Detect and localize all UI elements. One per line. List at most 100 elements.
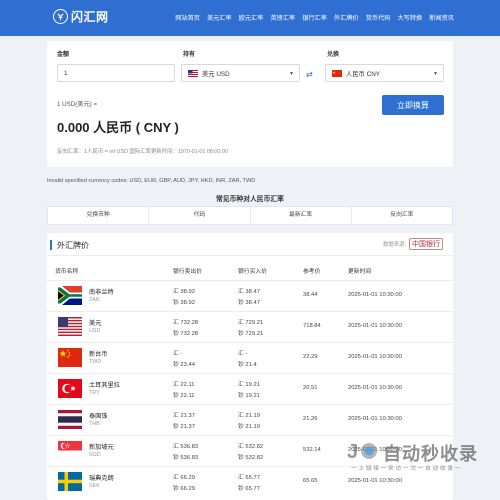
converter-card: 金额 1 持有 美元 USD ▼ ⇄ 兑换 人民币 CNY ▼ 1 USD(美元… xyxy=(47,41,453,167)
currency-name: 美元 xyxy=(89,320,102,327)
sell-chao: 钞 23.44 xyxy=(173,362,195,368)
table-row[interactable]: 土耳其里拉 TRY 汇 22.11 钞 22.11 汇 19.21 钞 19.2… xyxy=(47,373,453,404)
nav-uppercase[interactable]: 大写转换 xyxy=(398,13,423,22)
have-currency-select[interactable]: 美元 USD ▼ xyxy=(181,64,300,82)
col-currency: 兑换币种 xyxy=(48,207,150,224)
want-currency-value: 人民币 CNY xyxy=(346,70,380,78)
logo-icon xyxy=(53,9,68,24)
col-reverse-rate: 反向汇率 xyxy=(390,212,414,218)
nav-bank[interactable]: 银行汇率 xyxy=(302,13,327,22)
want-label: 兑换 xyxy=(327,52,340,58)
table-row[interactable]: 新台币 TWD 汇 - 钞 23.44 汇 - 钞 21.4 22.29 202… xyxy=(47,342,453,373)
convert-button[interactable]: 立即换算 xyxy=(382,95,444,115)
currency-code: TRY xyxy=(89,390,100,396)
sell-hui: 汇 38.92 xyxy=(173,289,195,295)
currency-name: 新台币 xyxy=(89,351,108,358)
table-row[interactable]: 美元 USD 汇 732.28 钞 732.28 汇 729.21 钞 729.… xyxy=(47,311,453,342)
chevron-down-icon: ▼ xyxy=(289,71,294,77)
sell-chao: 钞 21.37 xyxy=(173,424,195,430)
buy-chao: 钞 532.82 xyxy=(238,455,264,461)
buy-hui: 汇 21.19 xyxy=(238,413,260,419)
buy-chao: 钞 21.19 xyxy=(238,424,260,430)
za-flag-icon xyxy=(58,286,82,305)
ref-price: 22.29 xyxy=(303,354,318,360)
col-code: 代码 xyxy=(149,207,251,224)
se-flag-icon xyxy=(58,472,82,491)
nav-home[interactable]: 网站首页 xyxy=(175,13,200,22)
ref-price: 718.84 xyxy=(303,323,321,329)
nav-codes[interactable]: 货币代码 xyxy=(366,13,391,22)
sell-hui: 汇 66.29 xyxy=(173,475,195,481)
forex-title: 外汇牌价 xyxy=(57,241,89,250)
conversion-base: 1 USD(美元) = xyxy=(57,101,98,108)
amount-label: 金额 xyxy=(57,52,70,58)
currency-code: SEK xyxy=(89,483,100,489)
us-flag-icon xyxy=(58,317,82,336)
svg-text:J: J xyxy=(347,441,358,462)
buy-hui: 汇 19.21 xyxy=(238,382,260,388)
buy-chao: 钞 38.47 xyxy=(238,300,260,306)
sell-chao: 钞 536.83 xyxy=(173,455,199,461)
have-label: 持有 xyxy=(183,52,196,58)
buy-hui: 汇 38.47 xyxy=(238,289,260,295)
amount-value: 1 xyxy=(64,69,68,77)
nav-usd[interactable]: 美元汇率 xyxy=(207,13,232,22)
th-sell: 银行卖出价 xyxy=(173,269,202,275)
buy-hui: 汇 - xyxy=(238,351,248,357)
currency-code: SGD xyxy=(89,452,101,458)
common-rates-header: 兑换币种 代码 最新汇率 反向汇率 xyxy=(47,206,453,225)
logo-text: 闪汇网 xyxy=(71,10,109,24)
buy-hui: 汇 729.21 xyxy=(238,320,264,326)
data-source: 数据来源: 中国银行 xyxy=(383,238,443,250)
buy-chao: 钞 19.21 xyxy=(238,393,260,399)
buy-chao: 钞 21.4 xyxy=(238,362,257,368)
swap-icon[interactable]: ⇄ xyxy=(306,70,313,79)
watermark-logo-icon: J xyxy=(347,441,377,462)
sg-flag-icon xyxy=(58,441,82,460)
reverse-rate-note: 反向汇率：1人民币 = inf USD 国际汇率更新时间：1970-01-01 … xyxy=(57,149,228,155)
sell-chao: 钞 66.29 xyxy=(173,486,195,492)
currency-name: 土耳其里拉 xyxy=(89,382,120,389)
update-time: 2025-01-01 10:30:00 xyxy=(348,354,402,360)
update-time: 2025-01-01 10:30:00 xyxy=(348,385,402,391)
want-currency-select[interactable]: 人民币 CNY ▼ xyxy=(325,64,444,82)
update-time: 2025-01-01 10:30:00 xyxy=(348,416,402,422)
buy-chao: 钞 729.21 xyxy=(238,331,264,337)
th-time: 更新时间 xyxy=(348,269,372,275)
currency-name: 新加坡元 xyxy=(89,444,114,451)
buy-chao: 钞 65.77 xyxy=(238,486,260,492)
ref-price: 21.26 xyxy=(303,416,318,422)
ref-price: 20.51 xyxy=(303,385,318,391)
update-time: 2025-01-01 10:30:00 xyxy=(348,323,402,329)
amount-input[interactable]: 1 xyxy=(57,64,175,82)
common-rates-title: 常见币种对人民币汇率 xyxy=(216,196,284,203)
cn-flag-icon xyxy=(332,69,342,77)
currency-code: USD xyxy=(89,328,101,334)
nav-forex[interactable]: 外汇牌价 xyxy=(334,13,359,22)
nav-news[interactable]: 新闻资讯 xyxy=(429,13,454,22)
nav-eur[interactable]: 欧元汇率 xyxy=(239,13,264,22)
main-nav: 网站首页 美元汇率 欧元汇率 英镑汇率 银行汇率 外汇牌价 货币代码 大写转换 … xyxy=(175,13,454,22)
site-logo[interactable]: 闪汇网 xyxy=(53,8,109,25)
nav-gbp[interactable]: 英镑汇率 xyxy=(271,13,296,22)
chevron-down-icon: ▼ xyxy=(433,71,438,77)
table-row[interactable]: 南非兰特 ZAR 汇 38.92 钞 38.92 汇 38.47 钞 38.47… xyxy=(47,280,453,311)
th-buy: 银行买入价 xyxy=(238,269,267,275)
buy-hui: 汇 65.77 xyxy=(238,475,260,481)
source-label: 数据来源: xyxy=(382,242,406,248)
currency-code: TWD xyxy=(89,359,102,365)
bank-of-china-logo: 中国银行 xyxy=(409,238,443,250)
sell-hui: 汇 21.37 xyxy=(173,413,195,419)
sell-chao: 钞 732.28 xyxy=(173,331,199,337)
col-latest-rate: 最新汇率 xyxy=(251,207,352,224)
tr-flag-icon xyxy=(58,379,82,398)
conversion-result: 0.000 人民币 ( CNY ) xyxy=(57,120,179,135)
us-flag-icon xyxy=(188,69,198,77)
currency-code: THB xyxy=(89,421,100,427)
sell-chao: 钞 38.92 xyxy=(173,300,195,306)
currency-name: 瑞典克朗 xyxy=(89,475,114,482)
table-row[interactable]: 泰国铢 THB 汇 21.37 钞 21.37 汇 21.19 钞 21.19 … xyxy=(47,404,453,435)
ref-price: 532.14 xyxy=(303,447,321,453)
section-accent xyxy=(50,240,52,250)
invalid-codes-message: Invalid specified currency codes: USD, E… xyxy=(47,178,256,184)
